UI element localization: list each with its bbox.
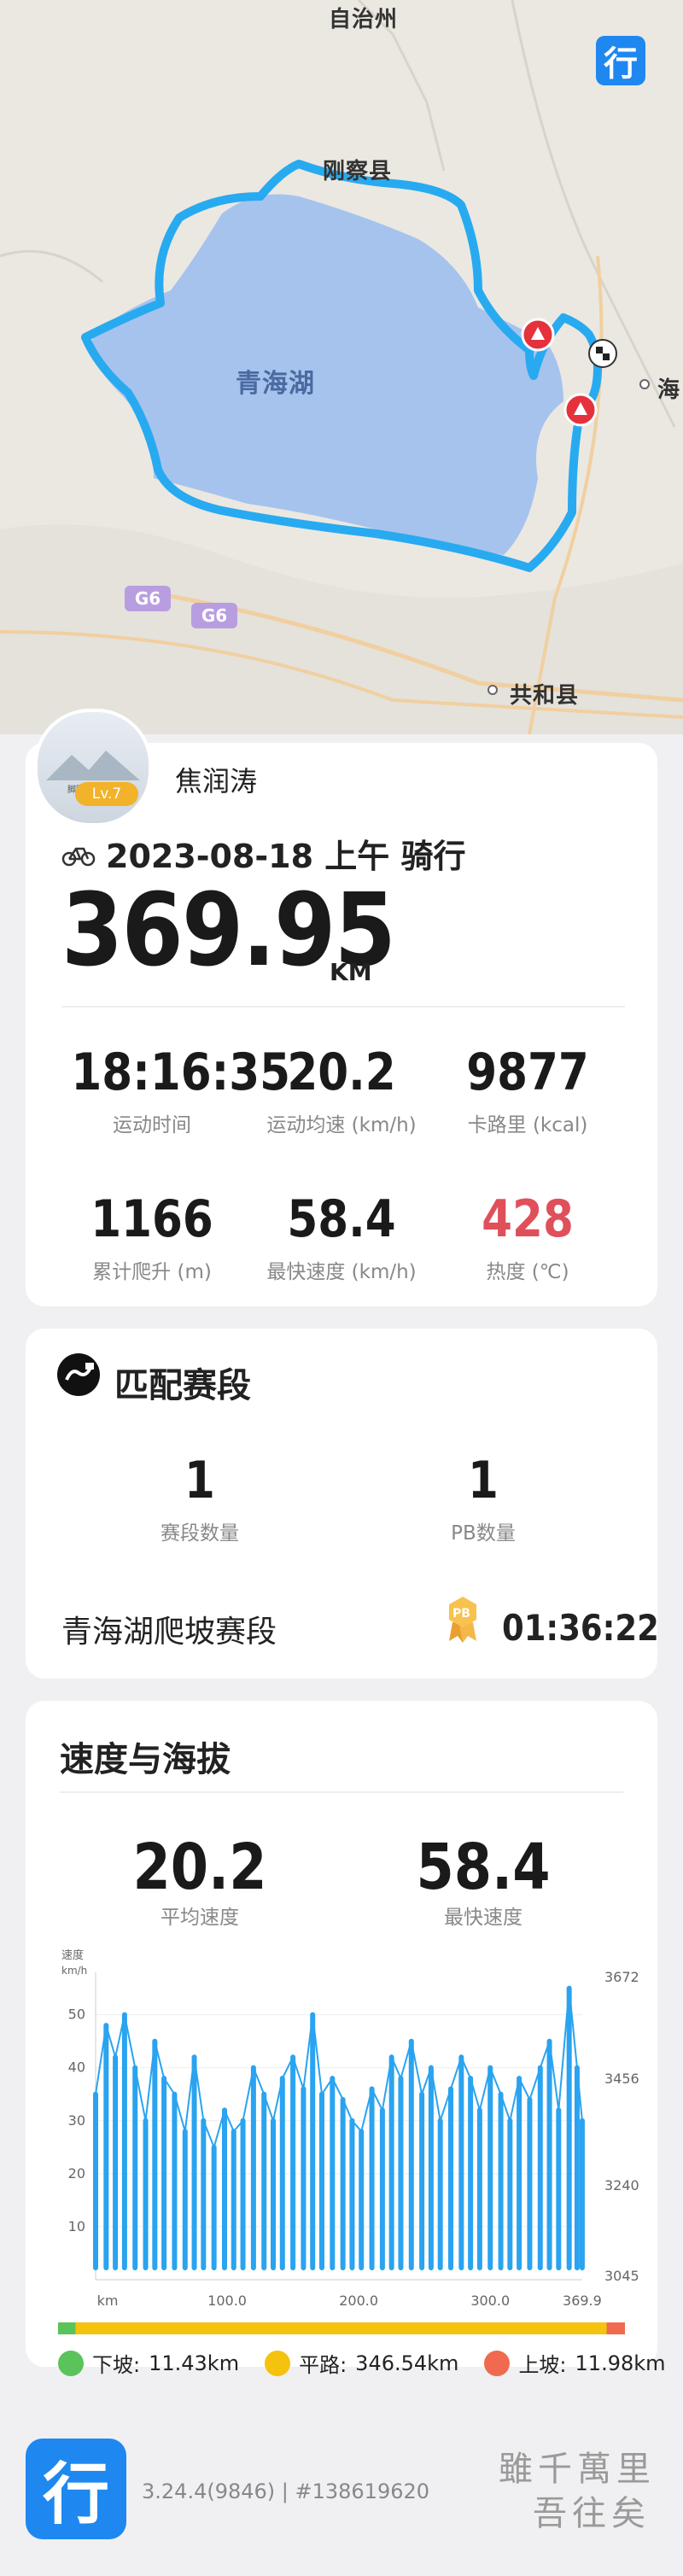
stat-elevation-gain: 1166 累计爬升 (m) (58, 1194, 246, 1284)
calligraphy-line: 雖千萬里 (499, 2450, 656, 2489)
stat-label: 运动时间 (113, 1114, 191, 1136)
y-tick-label: 10 (68, 2218, 85, 2234)
stat-label: 最快速度 (444, 1907, 522, 1929)
username[interactable]: 焦润涛 (175, 760, 257, 799)
x-tick-label: km (97, 2293, 119, 2309)
distance-unit: KM (330, 958, 372, 986)
avatar-mountain-icon (46, 751, 140, 780)
y-right-tick-label: 3672 (604, 1969, 639, 1985)
stat-label: 热度 (℃) (486, 1261, 569, 1283)
calligraphy-signature: 雖千萬里 吾往矣 (499, 2447, 656, 2536)
speed-elevation-title: 速度与海拔 (60, 1740, 231, 1779)
y-tick-label: 30 (68, 2112, 85, 2129)
road-badge-g6: G6 (191, 603, 237, 628)
app-logo: 行 (26, 2439, 126, 2539)
stat-value: 428 (482, 1189, 574, 1249)
stat-label: 卡路里 (kcal) (467, 1114, 588, 1136)
segment-time: 01:36:22 (502, 1607, 659, 1649)
downhill-dot-icon (58, 2350, 84, 2376)
stat-value: 58.4 (287, 1189, 396, 1249)
version-text: 3.24.4(9846) | #138619620 (142, 2480, 430, 2503)
x-tick-label: 200.0 (339, 2293, 378, 2309)
activity-date: 2023-08-18 上午 骑行 (106, 838, 466, 875)
map-label-hai: 海 (657, 377, 681, 403)
y-right-tick-label: 3240 (604, 2177, 639, 2193)
bike-icon (61, 847, 96, 866)
speed-elevation-chart[interactable]: 速度 km/h 50 40 30 20 10 3672 3456 3240 3045 km 100.0 2… (60, 1947, 640, 2331)
y-axis-unit: km/h (61, 1965, 87, 1977)
stat-value: 18:16:35 (71, 1043, 291, 1102)
stat-label: 赛段数量 (161, 1522, 239, 1545)
segment-count: 1 赛段数量 (106, 1455, 294, 1545)
uphill-dot-icon (484, 2350, 511, 2376)
route-map[interactable]: 自治州 刚察县 青海湖 海 共和县 G6 G6 行 (0, 0, 683, 734)
map-canvas (0, 0, 683, 734)
stat-value: 20.2 (287, 1043, 396, 1102)
terrain-bar-segment (606, 2322, 625, 2334)
stat-avg-speed: 20.2 运动均速 (km/h) (248, 1047, 435, 1137)
stat-duration: 18:16:35 运动时间 (58, 1043, 291, 1137)
stat-value: 20.2 (132, 1831, 267, 1904)
y-tick-label: 40 (68, 2059, 85, 2076)
level-badge: Lv.7 (75, 782, 138, 806)
stat-label: 平均速度 (161, 1907, 239, 1929)
legend-downhill-value: 11.43km (149, 2351, 240, 2375)
legend-flat-label: 平路: (299, 2353, 347, 2377)
segment-icon (57, 1353, 100, 1396)
stat-value: 1 (184, 1451, 215, 1510)
max-speed-summary: 58.4 最快速度 (389, 1836, 577, 1930)
segments-title: 匹配赛段 (114, 1366, 251, 1405)
pb-badge-label: PB (452, 1607, 470, 1621)
calligraphy-line: 吾往矣 (533, 2494, 651, 2533)
legend-uphill-label: 上坡: (518, 2353, 567, 2377)
legend-downhill-label: 下坡: (92, 2353, 141, 2377)
stat-calories: 9877 卡路里 (kcal) (434, 1047, 622, 1137)
x-tick-label: 100.0 (207, 2293, 247, 2309)
terrain-bar-segment (75, 2322, 607, 2334)
legend-flat-value: 346.54km (355, 2351, 459, 2375)
terrain-breakdown-bar (58, 2322, 625, 2334)
x-tick-label: 300.0 (470, 2293, 510, 2309)
activity-date-row: 2023-08-18 上午 骑行 (61, 830, 466, 877)
y-tick-label: 20 (68, 2165, 85, 2182)
y-tick-label: 50 (68, 2006, 85, 2023)
stat-label: 最快速度 (km/h) (266, 1261, 417, 1283)
stat-label: 累计爬升 (m) (92, 1261, 212, 1283)
road-badge-g6: G6 (125, 586, 171, 611)
avg-speed-summary: 20.2 平均速度 (106, 1836, 294, 1930)
y-right-tick-label: 3045 (604, 2268, 639, 2284)
map-label-gangcha: 刚察县 (323, 159, 393, 184)
y-right-tick-label: 3456 (604, 2071, 639, 2087)
divider (61, 1006, 625, 1008)
stat-value: 1166 (90, 1189, 213, 1249)
map-label-gonghe: 共和县 (510, 683, 580, 709)
pb-count: 1 PB数量 (389, 1455, 577, 1545)
segment-name[interactable]: 青海湖爬坡赛段 (61, 1607, 277, 1651)
stat-value: 58.4 (416, 1831, 551, 1904)
x-tick-label: 369.9 (563, 2293, 602, 2309)
divider (60, 1791, 623, 1793)
terrain-legend: 下坡: 11.43km 平路: 346.54km 上坡: 11.98km (58, 2348, 666, 2378)
avatar[interactable]: 脚踏天涯攀峰 (34, 709, 152, 827)
stat-value: 1 (468, 1451, 499, 1510)
stat-value: 9877 (466, 1043, 589, 1102)
stat-label: PB数量 (451, 1522, 516, 1545)
stat-label: 运动均速 (km/h) (266, 1114, 417, 1136)
terrain-bar-segment (58, 2322, 76, 2334)
map-label-lake: 青海湖 (236, 369, 315, 399)
legend-uphill-value: 11.98km (575, 2351, 666, 2375)
y-axis-title: 速度 (61, 1948, 84, 1962)
stat-heat: 428 热度 (℃) (434, 1194, 622, 1284)
app-icon[interactable]: 行 (596, 36, 645, 85)
stat-max-speed: 58.4 最快速度 (km/h) (248, 1194, 435, 1284)
map-label-zizhizhou: 自治州 (329, 7, 399, 32)
flat-dot-icon (265, 2350, 291, 2376)
